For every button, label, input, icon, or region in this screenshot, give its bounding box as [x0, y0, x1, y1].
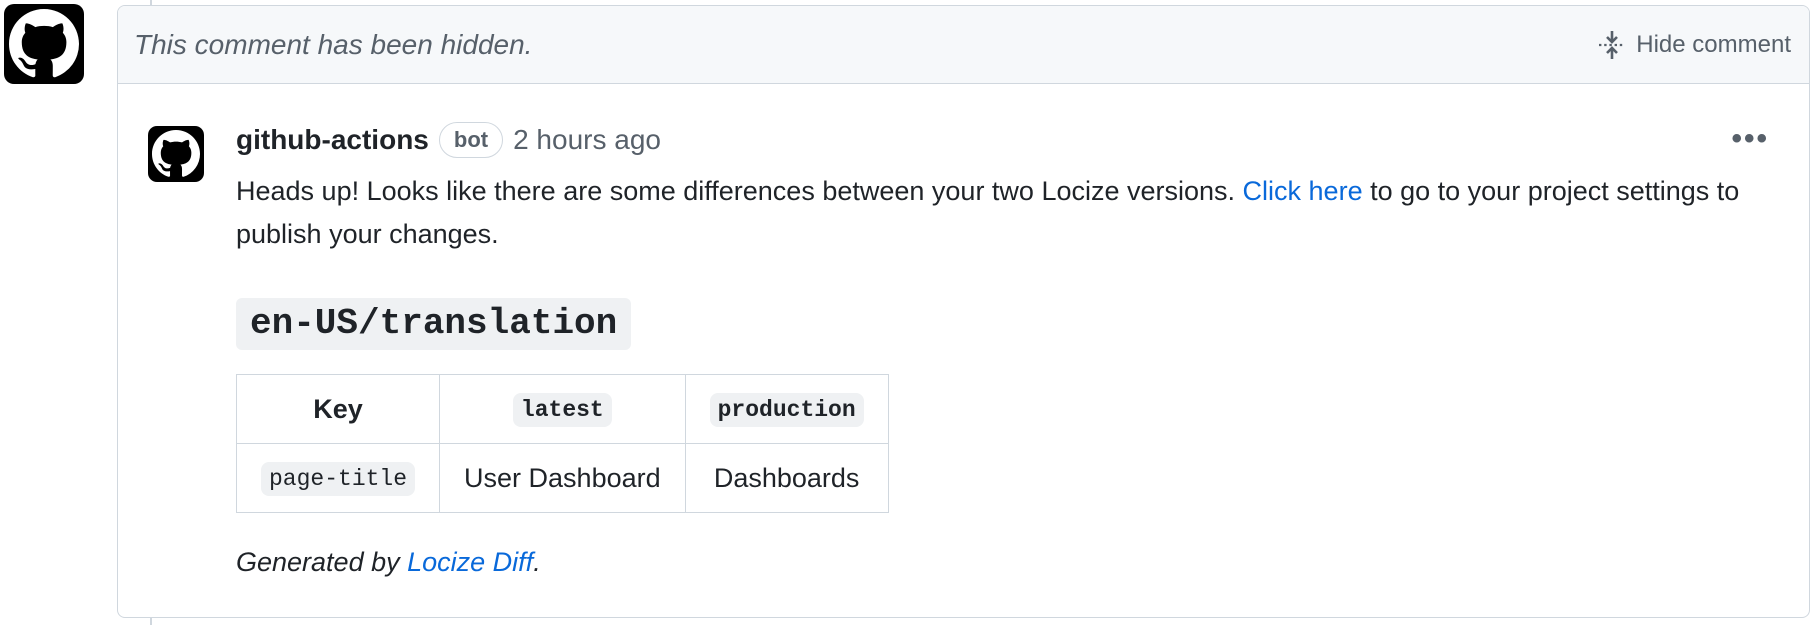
comment-timestamp[interactable]: 2 hours ago: [513, 124, 661, 156]
author-avatar[interactable]: [148, 126, 204, 182]
bot-badge: bot: [438, 122, 504, 158]
cell-production: Dashboards: [684, 443, 889, 513]
header-latest: latest: [439, 374, 686, 444]
header-latest-code: latest: [512, 393, 612, 427]
header-production: production: [684, 374, 889, 444]
comment-body: Heads up! Looks like there are some diff…: [235, 170, 1746, 584]
section-heading: en-US/translation: [236, 298, 632, 350]
github-octocat-icon: [152, 130, 200, 177]
hidden-comment-bar: This comment has been hidden. Hide comme…: [118, 6, 1809, 84]
cell-key-code: page-title: [261, 462, 416, 496]
hide-comment-button[interactable]: Hide comment: [1598, 29, 1791, 61]
github-octocat-icon: [9, 9, 79, 78]
comment-paragraph: Heads up! Looks like there are some diff…: [236, 170, 1746, 256]
footer-prefix: Generated by: [236, 547, 408, 577]
unfold-icon: [1599, 30, 1626, 59]
hidden-comment-text: This comment has been hidden.: [134, 28, 533, 60]
more-options-button[interactable]: •••: [1731, 122, 1769, 156]
diff-table: Key latest production page-title User Da…: [235, 374, 889, 513]
cell-latest: User Dashboard: [439, 443, 686, 513]
footer-suffix: .: [533, 547, 541, 577]
click-here-link[interactable]: Click here: [1243, 176, 1363, 206]
table-header-row: Key latest production: [235, 374, 889, 444]
avatar[interactable]: [4, 4, 84, 84]
comment-header: github-actions bot 2 hours ago: [236, 122, 661, 158]
generated-by-line: Generated by Locize Diff.: [236, 541, 1746, 584]
author-name[interactable]: github-actions: [236, 124, 429, 156]
cell-key: page-title: [235, 443, 441, 513]
locize-diff-link[interactable]: Locize Diff: [407, 547, 533, 577]
comment-box: This comment has been hidden. Hide comme…: [117, 5, 1810, 618]
hide-comment-label: Hide comment: [1636, 30, 1791, 58]
body-text-part1: Heads up! Looks like there are some diff…: [236, 176, 1243, 206]
header-production-code: production: [709, 393, 864, 427]
header-key: Key: [235, 374, 441, 444]
kebab-horizontal-icon: •••: [1731, 122, 1769, 155]
table-row: page-title User Dashboard Dashboards: [235, 443, 889, 513]
